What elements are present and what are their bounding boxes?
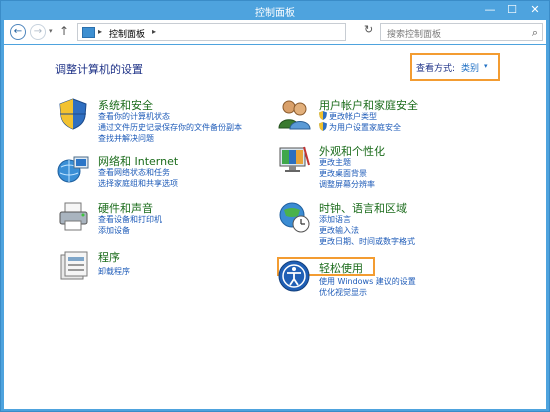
link-change-theme[interactable]: 更改主题 xyxy=(319,157,351,168)
network-icon[interactable] xyxy=(57,153,90,186)
link-add-language[interactable]: 添加语言 xyxy=(319,214,351,225)
search-icon[interactable]: ⌕ xyxy=(532,26,538,40)
breadcrumb-separator-icon[interactable]: ▸ xyxy=(152,27,156,36)
breadcrumb[interactable]: 控制面板 xyxy=(109,27,145,40)
view-by-label: 查看方式: xyxy=(416,64,456,74)
link-add-device[interactable]: 添加设备 xyxy=(98,225,130,236)
search-input[interactable]: 搜索控制面板 ⌕ xyxy=(380,23,543,41)
main-content: 调整计算机的设置 查看方式: 类别 ▾ 系统和安全 查看你的计算机状态 通过文件… xyxy=(4,45,546,409)
ease-of-access-icon[interactable] xyxy=(278,260,311,293)
link-file-history[interactable]: 通过文件历史记录保存你的文件备份副本 xyxy=(98,122,242,133)
link-change-date-time-format[interactable]: 更改日期、时间或数字格式 xyxy=(319,236,415,247)
programs-icon[interactable] xyxy=(57,249,90,282)
link-windows-recommended-settings[interactable]: 使用 Windows 建议的设置 xyxy=(319,276,416,287)
globe-clock-icon[interactable] xyxy=(278,200,311,233)
refresh-icon[interactable]: ↻ xyxy=(364,23,373,36)
category-title[interactable]: 程序 xyxy=(98,249,120,265)
link-homegroup[interactable]: 选择家庭组和共享选项 xyxy=(98,178,178,189)
link-view-computer-status[interactable]: 查看你的计算机状态 xyxy=(98,111,170,122)
minimize-button[interactable]: — xyxy=(479,2,501,17)
address-bar[interactable]: ▸ 控制面板 ▸ ▾ xyxy=(77,23,423,41)
printer-icon[interactable] xyxy=(57,200,90,233)
search-placeholder: 搜索控制面板 xyxy=(387,30,442,40)
forward-button[interactable]: → xyxy=(30,24,46,40)
view-by-dropdown[interactable]: 类别 xyxy=(461,61,479,74)
recent-locations-icon[interactable]: ▾ xyxy=(49,27,53,35)
link-text[interactable]: 为用户设置家庭安全 xyxy=(329,123,401,132)
navigation-bar: ← → ▾ ↑ ▸ 控制面板 ▸ ▾ ↻ 搜索控制面板 ⌕ xyxy=(4,20,546,44)
link-uninstall-program[interactable]: 卸载程序 xyxy=(98,266,130,277)
breadcrumb-separator-icon[interactable]: ▸ xyxy=(98,27,102,36)
shield-icon xyxy=(319,111,327,120)
link-change-desktop-background[interactable]: 更改桌面背景 xyxy=(319,168,367,179)
monitor-icon[interactable] xyxy=(278,143,311,176)
users-icon[interactable] xyxy=(278,97,311,130)
link-troubleshoot[interactable]: 查找并解决问题 xyxy=(98,133,154,144)
link-family-safety[interactable]: 为用户设置家庭安全 xyxy=(319,122,401,133)
up-button[interactable]: ↑ xyxy=(59,24,69,38)
window-title: 控制面板 xyxy=(255,8,295,19)
link-text[interactable]: 更改帐户类型 xyxy=(329,112,377,121)
back-button[interactable]: ← xyxy=(10,24,26,40)
control-panel-icon xyxy=(82,27,95,38)
title-bar[interactable]: 控制面板 — ☐ ✕ xyxy=(1,1,549,19)
control-panel-window: 控制面板 — ☐ ✕ ← → ▾ ↑ ▸ 控制面板 ▸ ▾ ↻ 搜索控制面板 ⌕… xyxy=(0,0,550,412)
link-optimize-visual-display[interactable]: 优化视觉显示 xyxy=(319,287,367,298)
link-change-input-method[interactable]: 更改输入法 xyxy=(319,225,359,236)
page-title: 调整计算机的设置 xyxy=(55,63,143,76)
link-change-account-type[interactable]: 更改帐户类型 xyxy=(319,111,377,122)
close-button[interactable]: ✕ xyxy=(523,2,547,17)
shield-icon[interactable] xyxy=(57,97,90,130)
chevron-down-icon[interactable]: ▾ xyxy=(484,62,488,70)
link-screen-resolution[interactable]: 调整屏幕分辨率 xyxy=(319,179,375,190)
shield-icon xyxy=(319,122,327,131)
link-devices-printers[interactable]: 查看设备和打印机 xyxy=(98,214,162,225)
link-network-status[interactable]: 查看网络状态和任务 xyxy=(98,167,170,178)
category-title[interactable]: 轻松使用 xyxy=(319,260,363,276)
maximize-button[interactable]: ☐ xyxy=(501,2,523,17)
